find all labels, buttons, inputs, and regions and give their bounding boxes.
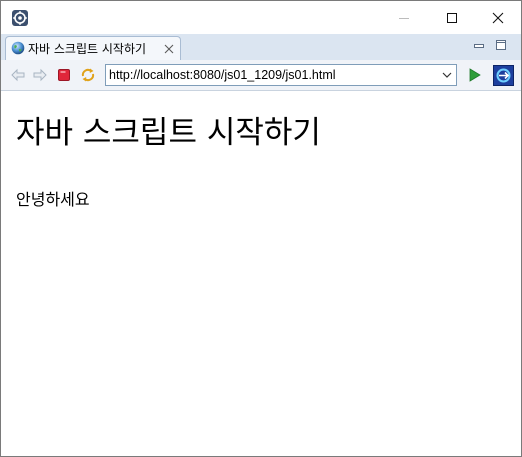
- refresh-icon[interactable]: [79, 66, 97, 84]
- url-field[interactable]: [105, 64, 457, 86]
- editor-tab-strip: 자바 스크립트 시작하기: [1, 34, 521, 60]
- title-bar: [1, 1, 521, 34]
- tab-title: 자바 스크립트 시작하기: [28, 42, 147, 56]
- go-icon[interactable]: [465, 66, 483, 84]
- chevron-down-icon[interactable]: [442, 71, 452, 79]
- url-input[interactable]: [109, 66, 435, 84]
- pane-maximize-icon[interactable]: [495, 39, 507, 51]
- external-browser-icon[interactable]: [493, 65, 514, 86]
- browser-window: 자바 스크립트 시작하기 http://localhost:8080/js01_…: [0, 0, 522, 457]
- page-content: 자바 스크립트 시작하기 안녕하세요: [1, 91, 521, 456]
- window-minimize-button[interactable]: [381, 1, 427, 34]
- page-heading: 자바 스크립트 시작하기: [16, 115, 321, 151]
- browser-toolbar: [1, 60, 521, 91]
- forward-arrow-icon[interactable]: [31, 66, 49, 84]
- tab-browser-page[interactable]: 자바 스크립트 시작하기: [5, 36, 181, 60]
- stop-icon[interactable]: [55, 66, 73, 84]
- pane-minimize-icon[interactable]: [473, 41, 485, 51]
- greeting-text: 안녕하세요: [16, 190, 90, 209]
- back-arrow-icon[interactable]: [9, 66, 27, 84]
- maximize-icon: [447, 12, 457, 23]
- globe-icon: [11, 41, 25, 55]
- close-icon: [492, 12, 504, 23]
- minimize-icon: [399, 17, 409, 19]
- tab-close-icon[interactable]: [164, 44, 174, 54]
- window-close-button[interactable]: [475, 1, 521, 34]
- window-maximize-button[interactable]: [429, 1, 475, 34]
- app-gear-icon[interactable]: [11, 9, 29, 27]
